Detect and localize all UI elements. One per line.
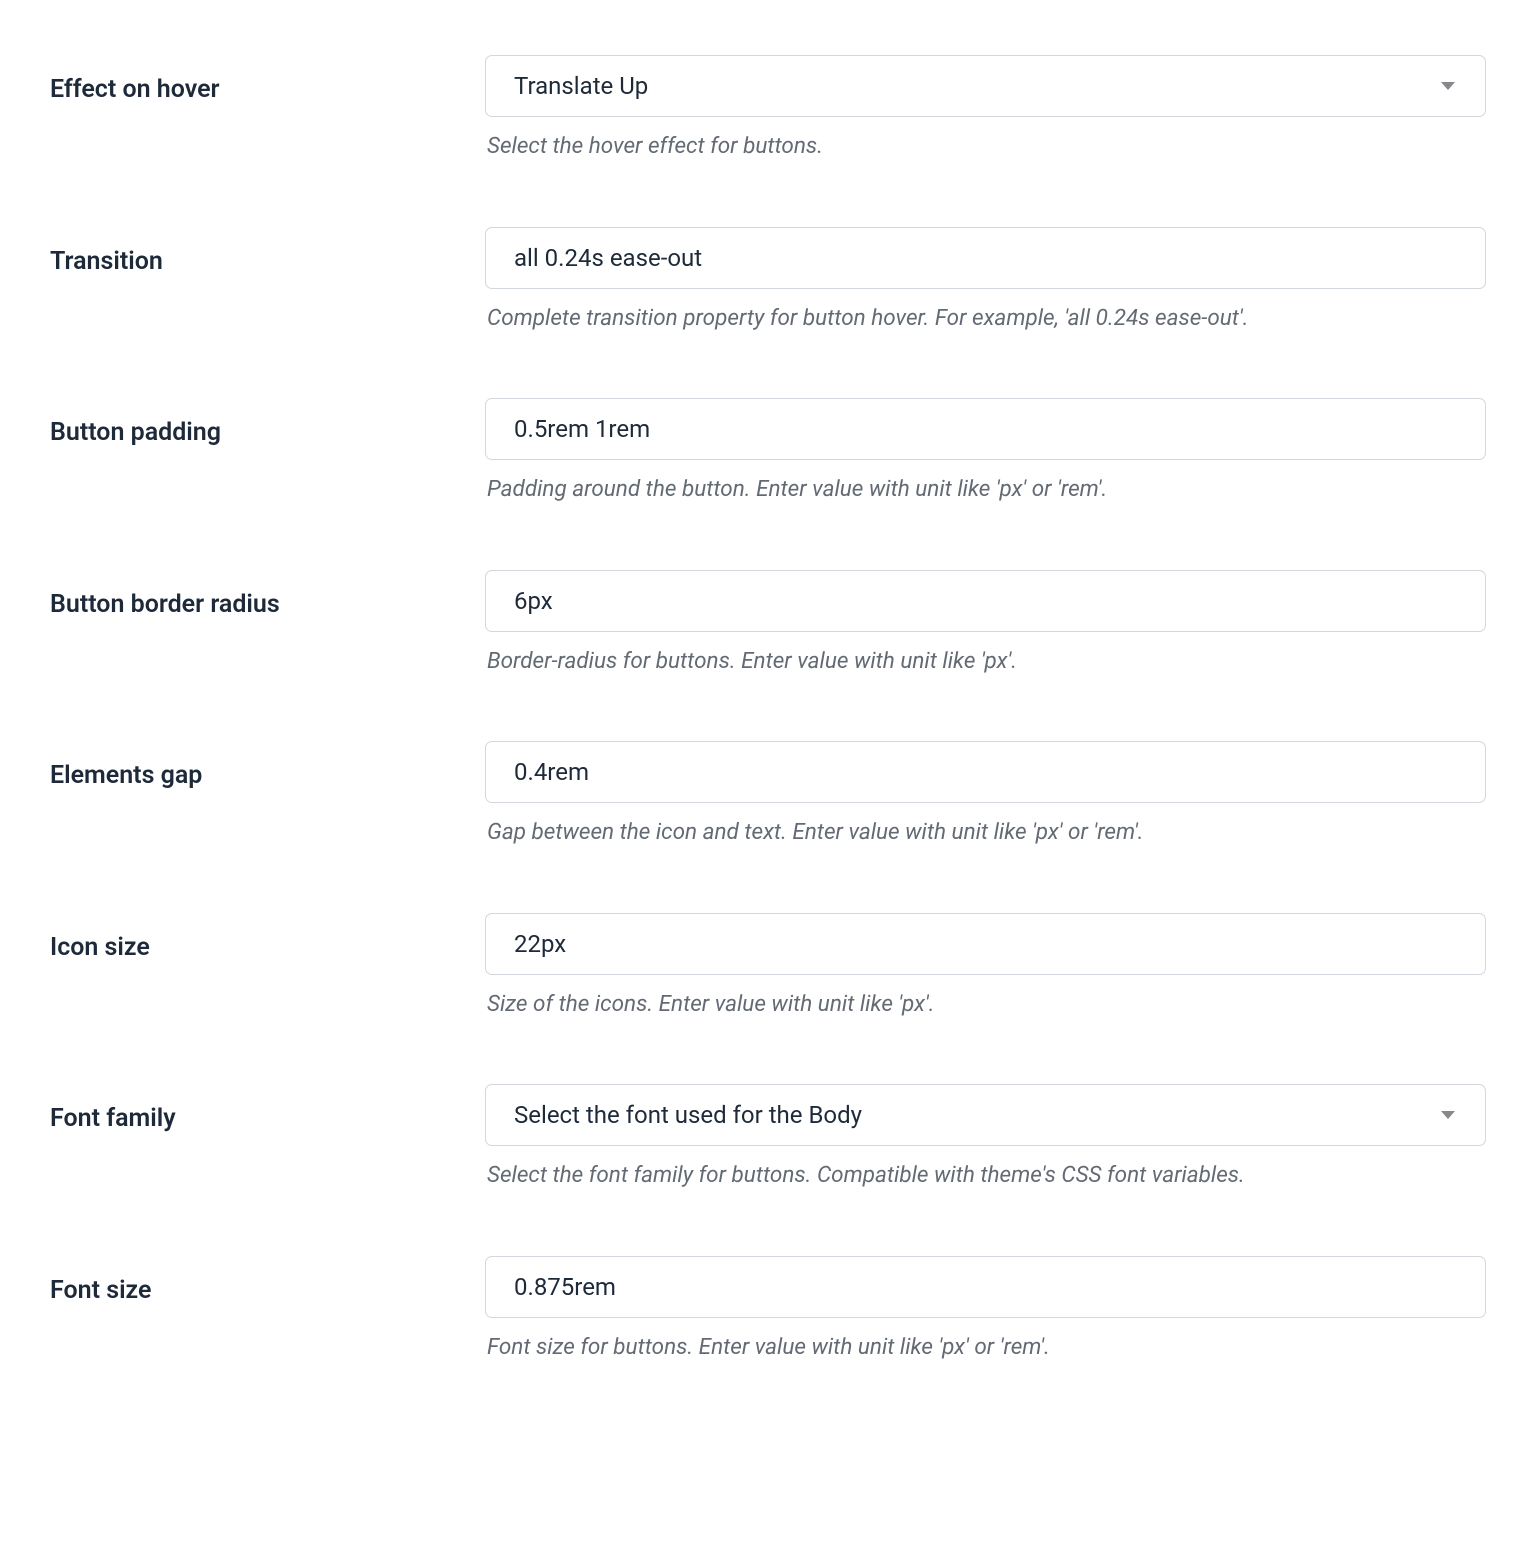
icon-size-help: Size of the icons. Enter value with unit…: [485, 989, 1486, 1021]
elements-gap-label: Elements gap: [50, 761, 202, 790]
field-col: Font size for buttons. Enter value with …: [485, 1256, 1486, 1364]
icon-size-input[interactable]: [485, 913, 1486, 975]
row-font-size: Font size Font size for buttons. Enter v…: [50, 1256, 1486, 1364]
transition-input[interactable]: [485, 227, 1486, 289]
button-padding-input[interactable]: [485, 398, 1486, 460]
font-family-label: Font family: [50, 1104, 176, 1133]
elements-gap-input[interactable]: [485, 741, 1486, 803]
row-elements-gap: Elements gap Gap between the icon and te…: [50, 741, 1486, 849]
label-col: Button border radius: [50, 570, 485, 619]
effect-on-hover-select[interactable]: Translate Up: [485, 55, 1486, 117]
row-transition: Transition Complete transition property …: [50, 227, 1486, 335]
font-family-value: Select the font used for the Body: [514, 1085, 862, 1145]
field-col: Translate Up Select the hover effect for…: [485, 55, 1486, 163]
row-effect-on-hover: Effect on hover Translate Up Select the …: [50, 55, 1486, 163]
field-col: Gap between the icon and text. Enter val…: [485, 741, 1486, 849]
font-size-help: Font size for buttons. Enter value with …: [485, 1332, 1486, 1364]
effect-on-hover-value: Translate Up: [514, 56, 648, 116]
button-padding-label: Button padding: [50, 418, 221, 447]
icon-size-label: Icon size: [50, 933, 150, 962]
button-border-radius-help: Border-radius for buttons. Enter value w…: [485, 646, 1486, 678]
row-font-family: Font family Select the font used for the…: [50, 1084, 1486, 1192]
transition-help: Complete transition property for button …: [485, 303, 1486, 335]
chevron-down-icon: [1441, 82, 1455, 90]
field-col: Size of the icons. Enter value with unit…: [485, 913, 1486, 1021]
font-family-select[interactable]: Select the font used for the Body: [485, 1084, 1486, 1146]
row-button-border-radius: Button border radius Border-radius for b…: [50, 570, 1486, 678]
label-col: Font size: [50, 1256, 485, 1305]
effect-on-hover-help: Select the hover effect for buttons.: [485, 131, 1486, 163]
field-col: Complete transition property for button …: [485, 227, 1486, 335]
font-family-help: Select the font family for buttons. Comp…: [485, 1160, 1486, 1192]
field-col: Border-radius for buttons. Enter value w…: [485, 570, 1486, 678]
button-border-radius-label: Button border radius: [50, 590, 280, 619]
label-col: Icon size: [50, 913, 485, 962]
font-size-label: Font size: [50, 1276, 151, 1305]
label-col: Elements gap: [50, 741, 485, 790]
chevron-down-icon: [1441, 1111, 1455, 1119]
font-size-input[interactable]: [485, 1256, 1486, 1318]
field-col: Padding around the button. Enter value w…: [485, 398, 1486, 506]
elements-gap-help: Gap between the icon and text. Enter val…: [485, 817, 1486, 849]
label-col: Effect on hover: [50, 55, 485, 104]
transition-label: Transition: [50, 247, 163, 276]
row-icon-size: Icon size Size of the icons. Enter value…: [50, 913, 1486, 1021]
button-padding-help: Padding around the button. Enter value w…: [485, 474, 1486, 506]
label-col: Font family: [50, 1084, 485, 1133]
field-col: Select the font used for the Body Select…: [485, 1084, 1486, 1192]
label-col: Transition: [50, 227, 485, 276]
row-button-padding: Button padding Padding around the button…: [50, 398, 1486, 506]
button-border-radius-input[interactable]: [485, 570, 1486, 632]
label-col: Button padding: [50, 398, 485, 447]
effect-on-hover-label: Effect on hover: [50, 75, 220, 104]
